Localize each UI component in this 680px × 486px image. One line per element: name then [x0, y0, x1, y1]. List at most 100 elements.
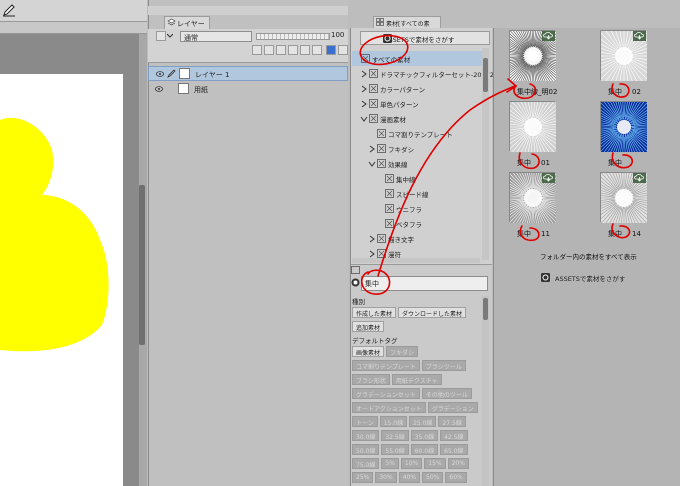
eye-icon[interactable]	[155, 86, 163, 92]
show-all-folder-link[interactable]: フォルダー内の素材をすべて表示	[540, 251, 637, 261]
tree-item[interactable]: フキダシ	[352, 141, 482, 156]
tree-item-label: コマ割りテンプレート	[388, 130, 453, 139]
search-scroll-thumb[interactable]	[483, 298, 488, 320]
chevron-right-icon[interactable]	[360, 85, 368, 93]
default-tag[interactable]: コマ割りテンプレート	[352, 360, 420, 371]
chevron-down-icon[interactable]	[166, 33, 174, 39]
tag-icon[interactable]	[351, 266, 360, 274]
default-tag[interactable]: 15%	[424, 458, 446, 469]
default-tag[interactable]: 27.5線	[438, 416, 466, 427]
canvas-scroll-thumb[interactable]	[139, 185, 145, 345]
default-tag[interactable]: 50%	[422, 472, 444, 483]
chevron-right-icon[interactable]	[360, 70, 368, 78]
effect-icon	[385, 174, 394, 183]
chevron-right-icon[interactable]	[368, 250, 376, 258]
tree-item[interactable]: スピード線	[352, 186, 482, 201]
tree-item[interactable]: 効果線	[352, 156, 482, 171]
thumbnail-label-suffix: 14	[632, 230, 641, 238]
cloud-download-icon[interactable]	[542, 31, 555, 41]
default-tag[interactable]: 42.5線	[440, 430, 468, 441]
draft-icon[interactable]	[288, 45, 298, 55]
material-thumbnail-label: 集中	[608, 158, 680, 168]
search-scrollbar[interactable]	[482, 296, 489, 486]
chevron-right-icon[interactable]	[368, 145, 376, 153]
more-icon[interactable]	[338, 45, 348, 55]
cloud-download-icon[interactable]	[633, 31, 646, 41]
default-tag[interactable]: ブラシ形状	[352, 374, 390, 385]
default-tag[interactable]: 55.0線	[381, 444, 409, 455]
default-tag[interactable]: 60.0線	[410, 444, 439, 455]
default-tag[interactable]: 30.0線	[352, 430, 380, 441]
mask-icon[interactable]	[312, 45, 322, 55]
default-tag[interactable]: 10%	[400, 458, 423, 469]
default-tag[interactable]: その他のツール	[421, 388, 472, 399]
material-thumbnail[interactable]	[493, 87, 573, 167]
canvas-paper[interactable]	[0, 74, 123, 486]
eye-icon[interactable]	[156, 71, 164, 77]
chevron-right-icon[interactable]	[368, 235, 376, 243]
chevron-down-icon[interactable]	[368, 160, 376, 168]
tree-item[interactable]: 漫画素材	[352, 111, 482, 126]
tree-item[interactable]: 集中線	[352, 171, 482, 186]
effect-icon	[385, 189, 394, 198]
default-tag[interactable]: 65.0線	[440, 444, 468, 455]
tree-horizontal-scrollbar[interactable]	[352, 258, 480, 263]
default-tag[interactable]: 32.5線	[381, 430, 409, 441]
default-tag[interactable]: 用紙テクスチャ	[391, 374, 442, 385]
tree-item[interactable]: カラーパターン	[352, 81, 482, 96]
layer-row[interactable]: 用紙	[148, 82, 348, 97]
assets-search-button[interactable]: ASSETSで素材をさがす	[539, 271, 649, 284]
thumbnail-label-suffix: 01	[541, 159, 550, 167]
default-tag[interactable]: グラデーション	[427, 402, 478, 413]
default-tag[interactable]: 15.0線	[379, 416, 408, 427]
blend-mode-value: 通常	[184, 34, 198, 42]
default-tag[interactable]: 35.0線	[410, 430, 439, 441]
chevron-right-icon[interactable]	[360, 100, 368, 108]
cloud-download-icon[interactable]	[633, 173, 646, 183]
search-input[interactable]: 集中	[361, 276, 488, 291]
default-tag[interactable]: 40%	[398, 472, 421, 483]
default-tag[interactable]: 25%	[352, 472, 374, 483]
default-tag[interactable]: フキダシ	[386, 346, 419, 357]
tree-item[interactable]: 単色パターン	[352, 96, 482, 111]
tree-item-label: すべての素材	[372, 55, 411, 64]
tree-item[interactable]: ウニフラ	[352, 201, 482, 216]
pencil-icon[interactable]	[2, 3, 16, 17]
assets-search-button[interactable]: ASSETSで素材をさがす	[360, 31, 490, 45]
tree-item[interactable]: 描き文字	[352, 231, 482, 246]
default-tag[interactable]: オートアクションセット	[352, 402, 426, 413]
tree-item[interactable]: コマ割りテンプレート	[352, 126, 482, 141]
default-tag[interactable]: 60%	[445, 472, 467, 483]
default-tag[interactable]: 75.0線	[352, 458, 380, 469]
default-tag[interactable]: グラデーションセット	[352, 388, 420, 399]
reference-icon[interactable]	[276, 45, 286, 55]
tree-scroll-thumb[interactable]	[483, 58, 488, 92]
clip-icon[interactable]	[264, 45, 274, 55]
blend-mode-select[interactable]: 通常	[180, 31, 252, 42]
default-tag[interactable]: 50.0線	[352, 444, 380, 455]
material-thumbnail[interactable]	[584, 86, 664, 168]
thumbnail-label-text: 集中	[517, 230, 531, 238]
kind-tag[interactable]: ダウンロードした素材	[398, 307, 467, 318]
default-tag[interactable]: 画像素材	[352, 346, 385, 357]
default-tag[interactable]: 30%	[375, 472, 397, 483]
default-tag[interactable]: トーン	[352, 416, 378, 427]
tree-item[interactable]: すべての素材	[352, 51, 482, 66]
cloud-download-icon[interactable]	[542, 173, 555, 183]
layer-color-swatch-icon[interactable]	[326, 45, 336, 55]
chevron-down-icon[interactable]	[360, 115, 368, 123]
kind-tag[interactable]: 追加素材	[352, 321, 385, 332]
default-tag[interactable]: 20%	[447, 458, 469, 469]
default-tag[interactable]: 25.0線	[409, 416, 437, 427]
tree-item[interactable]: ベタフラ	[352, 216, 482, 231]
layer-row[interactable]: レイヤー 1	[148, 66, 348, 81]
layer-color-icon[interactable]	[156, 31, 166, 41]
default-tag[interactable]: 5%	[381, 458, 399, 469]
default-tag[interactable]: ブラシツール	[421, 360, 466, 371]
lock-transparency-icon[interactable]	[300, 45, 310, 55]
opacity-value[interactable]: 100	[331, 31, 348, 39]
kind-tag[interactable]: 作成した素材	[352, 307, 397, 318]
tree-item[interactable]: ドラマチックフィルターセット-2007295	[352, 66, 502, 81]
layer-lock-icon[interactable]	[252, 45, 262, 55]
opacity-slider[interactable]	[256, 33, 330, 40]
